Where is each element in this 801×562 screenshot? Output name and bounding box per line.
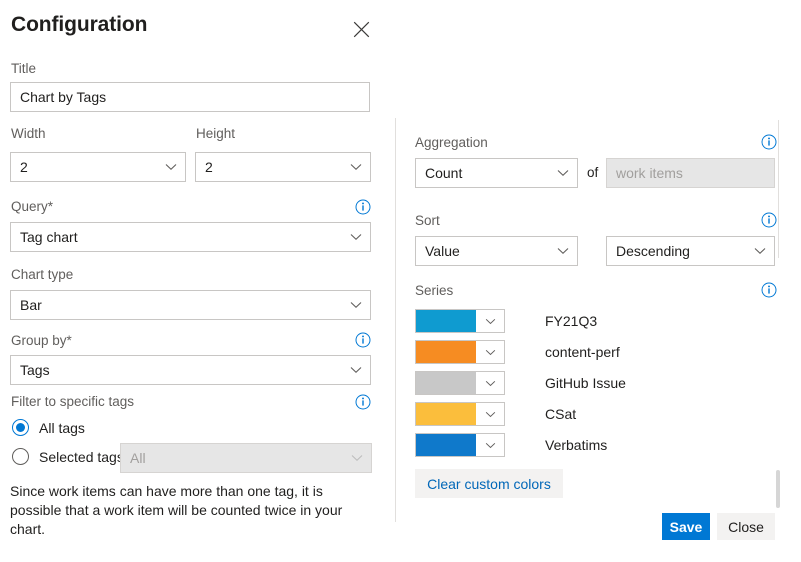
aggregation-of-field: work items xyxy=(606,158,775,188)
series-row: CSat xyxy=(415,402,576,426)
info-icon[interactable] xyxy=(355,332,371,348)
chart-type-dropdown-value: Bar xyxy=(20,297,42,313)
chevron-down-icon xyxy=(746,247,774,255)
left-column: Title Chart by Tags Width 2 Height 2 Que… xyxy=(0,0,396,562)
title-input[interactable]: Chart by Tags xyxy=(10,82,370,112)
sort-field-dropdown-value: Value xyxy=(425,243,460,259)
info-icon[interactable] xyxy=(761,282,777,298)
chart-type-dropdown[interactable]: Bar xyxy=(10,290,371,320)
aggregation-label: Aggregation xyxy=(415,135,488,150)
chevron-down-icon xyxy=(342,163,370,171)
series-name: CSat xyxy=(545,406,577,422)
sort-direction-dropdown[interactable]: Descending xyxy=(606,236,775,266)
query-dropdown-value: Tag chart xyxy=(20,229,78,245)
clear-custom-colors-button[interactable]: Clear custom colors xyxy=(415,469,563,498)
chevron-down-icon xyxy=(476,372,504,394)
close-button[interactable]: Close xyxy=(717,513,775,540)
sort-field-dropdown[interactable]: Value xyxy=(415,236,578,266)
series-color-picker[interactable] xyxy=(415,371,505,395)
radio-all-tags-control[interactable] xyxy=(12,419,29,436)
series-row: FY21Q3 xyxy=(415,309,597,333)
series-color-swatch xyxy=(416,372,476,394)
series-name: FY21Q3 xyxy=(545,313,598,329)
series-name: Verbatims xyxy=(545,437,608,453)
chevron-down-icon xyxy=(476,434,504,456)
series-row: Verbatims xyxy=(415,433,607,457)
height-dropdown-value: 2 xyxy=(205,159,213,175)
sort-label: Sort xyxy=(415,213,440,228)
chevron-down-icon xyxy=(343,454,371,462)
info-icon[interactable] xyxy=(355,199,371,215)
group-by-dropdown-value: Tags xyxy=(20,362,50,378)
chevron-down-icon xyxy=(342,366,370,374)
chevron-down-icon xyxy=(549,247,577,255)
chevron-down-icon xyxy=(476,341,504,363)
series-row: GitHub Issue xyxy=(415,371,626,395)
radio-selected-tags-control[interactable] xyxy=(12,448,29,465)
info-icon[interactable] xyxy=(355,394,371,410)
series-name: content-perf xyxy=(545,344,620,360)
chevron-down-icon xyxy=(342,233,370,241)
group-by-dropdown[interactable]: Tags xyxy=(10,355,371,385)
series-color-swatch xyxy=(416,341,476,363)
height-dropdown[interactable]: 2 xyxy=(195,152,371,182)
aggregation-of-value: work items xyxy=(616,165,683,181)
aggregation-of-label: of xyxy=(587,165,599,180)
aggregation-dropdown-value: Count xyxy=(425,165,463,181)
series-name: GitHub Issue xyxy=(545,375,626,391)
series-color-picker[interactable] xyxy=(415,402,505,426)
radio-all-tags[interactable]: All tags xyxy=(12,419,85,436)
info-icon[interactable] xyxy=(761,212,777,228)
width-label: Width xyxy=(11,126,46,141)
title-input-value: Chart by Tags xyxy=(20,89,107,105)
width-dropdown-value: 2 xyxy=(20,159,28,175)
chevron-down-icon xyxy=(476,310,504,332)
series-color-swatch xyxy=(416,403,476,425)
chart-type-label: Chart type xyxy=(11,267,74,282)
radio-selected-tags[interactable]: Selected tags xyxy=(12,448,124,465)
selected-tags-dropdown: All xyxy=(120,443,372,473)
radio-selected-tags-label: Selected tags xyxy=(39,448,124,465)
query-label: Query* xyxy=(11,199,54,214)
series-color-picker[interactable] xyxy=(415,340,505,364)
chevron-down-icon xyxy=(342,301,370,309)
filter-help-text: Since work items can have more than one … xyxy=(10,483,343,537)
chevron-down-icon xyxy=(476,403,504,425)
info-icon[interactable] xyxy=(761,134,777,150)
chevron-down-icon xyxy=(549,169,577,177)
series-row: content-perf xyxy=(415,340,620,364)
series-color-swatch xyxy=(416,434,476,456)
save-button[interactable]: Save xyxy=(662,513,710,540)
series-label: Series xyxy=(415,283,454,298)
series-color-swatch xyxy=(416,310,476,332)
series-color-picker[interactable] xyxy=(415,309,505,333)
filter-tags-label: Filter to specific tags xyxy=(11,394,135,409)
selected-tags-dropdown-value: All xyxy=(130,450,146,466)
aggregation-dropdown[interactable]: Count xyxy=(415,158,578,188)
group-by-label: Group by* xyxy=(11,333,72,348)
height-label: Height xyxy=(196,126,236,141)
width-dropdown[interactable]: 2 xyxy=(10,152,186,182)
series-color-picker[interactable] xyxy=(415,433,505,457)
chevron-down-icon xyxy=(157,163,185,171)
query-dropdown[interactable]: Tag chart xyxy=(10,222,371,252)
title-label: Title xyxy=(11,61,37,76)
radio-all-tags-label: All tags xyxy=(39,419,85,436)
configuration-dialog: Configuration Title Chart by Tags Width … xyxy=(0,0,801,562)
sort-direction-dropdown-value: Descending xyxy=(616,243,690,259)
